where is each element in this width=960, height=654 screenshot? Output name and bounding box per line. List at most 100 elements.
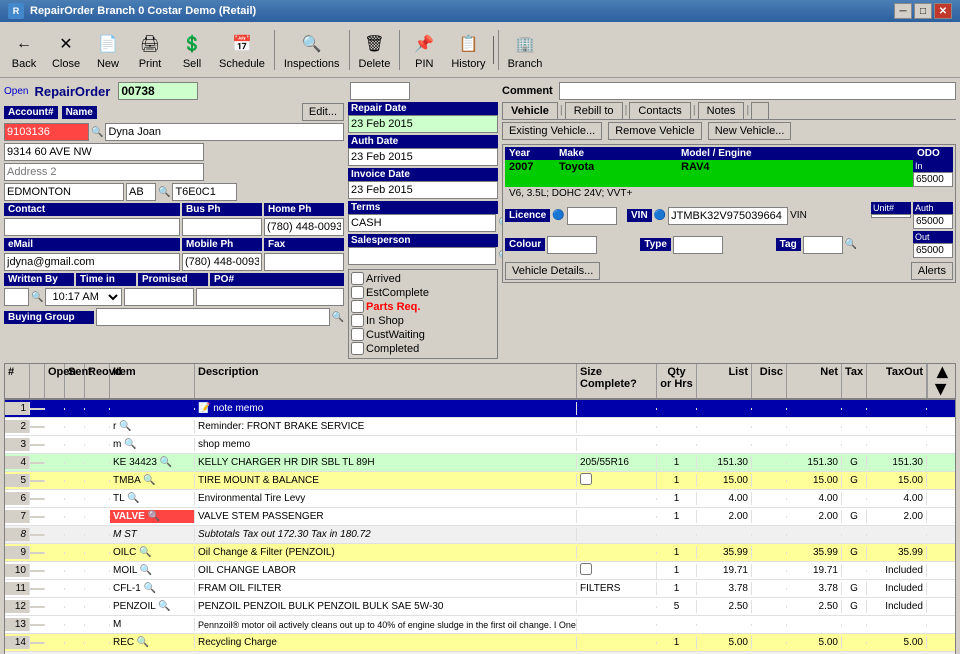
schedule-button[interactable]: 📅 Schedule [214, 27, 270, 73]
close-button[interactable]: ✕ [934, 3, 952, 19]
row-list: 5.00 [697, 636, 752, 649]
province-field[interactable] [126, 183, 156, 201]
province-search-icon[interactable]: 🔍 [158, 187, 170, 198]
repair-date-field[interactable] [348, 115, 498, 133]
salesperson-field[interactable] [348, 247, 496, 265]
account-number-field[interactable] [4, 123, 89, 141]
vehicle-data-row1: 2007 Toyota RAV4 In 65000 [505, 160, 953, 187]
table-body: 1 📝 note memo 2 [5, 400, 955, 654]
row-checkbox[interactable] [580, 563, 592, 575]
tab-rebill[interactable]: Rebill to [565, 102, 623, 119]
row-po-flag [30, 588, 45, 590]
tab-vehicle[interactable]: Vehicle [502, 102, 558, 119]
next-hash-field[interactable] [350, 82, 410, 100]
row-item: M [110, 618, 195, 631]
address1-row [4, 143, 344, 161]
nav-up-arrow[interactable]: ▶ [933, 367, 950, 378]
colour-field[interactable] [547, 236, 597, 254]
nav-down-arrow[interactable]: ▶ [933, 384, 950, 395]
edit-button[interactable]: Edit... [302, 103, 344, 121]
minimize-button[interactable]: ─ [894, 3, 912, 19]
vin-field[interactable] [668, 207, 788, 225]
row-desc: 📝 note memo [195, 402, 577, 415]
alerts-button[interactable]: Alerts [911, 262, 953, 280]
fax-field[interactable] [264, 253, 344, 271]
tab-notes[interactable]: Notes [698, 102, 745, 119]
close-button-toolbar[interactable]: ✕ Close [46, 27, 86, 73]
type-field[interactable] [673, 236, 723, 254]
sell-button[interactable]: 💲 Sell [172, 27, 212, 73]
account-search-icon[interactable]: 🔍 [91, 127, 103, 138]
postal-field[interactable] [172, 183, 237, 201]
separator-1 [274, 30, 275, 70]
promised-field[interactable] [124, 288, 194, 306]
account-name-field[interactable] [105, 123, 344, 141]
print-button[interactable]: 🖨 Print [130, 27, 170, 73]
address1-field[interactable] [4, 143, 204, 161]
auth-date-field[interactable] [348, 148, 498, 166]
est-complete-checkbox[interactable] [351, 286, 364, 299]
row-sent [65, 426, 85, 428]
remove-vehicle-button[interactable]: Remove Vehicle [608, 122, 702, 140]
completed-label: Completed [366, 343, 419, 355]
city-field[interactable] [4, 183, 124, 201]
written-by-icon[interactable]: 🔍 [31, 292, 43, 303]
arrived-checkbox[interactable] [351, 272, 364, 285]
row-disc [752, 624, 787, 626]
maximize-button[interactable]: □ [914, 3, 932, 19]
buying-group-icon[interactable]: 🔍 [332, 312, 344, 323]
history-button[interactable]: 📋 History [446, 27, 490, 73]
row-num: 10 [5, 564, 30, 577]
vin-icon[interactable]: 🔵 [654, 210, 666, 221]
row-item: REC 🔍 [110, 636, 195, 649]
row-po-flag [30, 498, 45, 500]
pin-button[interactable]: 📌 PIN [404, 27, 444, 73]
licence-field[interactable] [567, 207, 617, 225]
title-bar: R RepairOrder Branch 0 Costar Demo (Reta… [0, 0, 960, 22]
invoice-date-field[interactable] [348, 181, 498, 199]
licence-icon[interactable]: 🔵 [552, 210, 564, 221]
table-row: 10 MOIL 🔍 OIL CHANGE LABOR 1 19.71 19.71… [5, 562, 955, 580]
po-field[interactable] [196, 288, 344, 306]
home-ph-field[interactable] [264, 218, 344, 236]
parts-req-checkbox[interactable] [351, 300, 364, 313]
row-checkbox[interactable] [580, 473, 592, 485]
inspections-button[interactable]: 🔍 Inspections [279, 27, 345, 73]
buying-group-field[interactable] [96, 308, 330, 326]
order-number-field[interactable] [118, 82, 198, 100]
row-list: 4.00 [697, 492, 752, 505]
completed-checkbox[interactable] [351, 342, 364, 355]
window-title: RepairOrder Branch 0 Costar Demo (Retail… [30, 5, 256, 17]
cust-waiting-checkbox[interactable] [351, 328, 364, 341]
vehicle-details-button[interactable]: Vehicle Details... [505, 262, 600, 280]
new-vehicle-button[interactable]: New Vehicle... [708, 122, 792, 140]
contact-field[interactable] [4, 218, 180, 236]
time-in-select[interactable]: 10:17 AM [45, 288, 122, 306]
tab-sep-2: | [623, 102, 630, 119]
email-field[interactable] [4, 253, 180, 271]
row-num: 8 [5, 528, 30, 541]
mobile-field[interactable] [182, 253, 262, 271]
table-row: 3 m 🔍 shop memo [5, 436, 955, 454]
tab-contacts[interactable]: Contacts [629, 102, 690, 119]
tab-extra[interactable] [751, 102, 769, 119]
row-tax: G [842, 546, 867, 559]
back-button[interactable]: ← Back [4, 27, 44, 73]
new-button[interactable]: 📄 New [88, 27, 128, 73]
row-sent [65, 516, 85, 518]
address2-field[interactable] [4, 163, 204, 181]
row-disc [752, 642, 787, 644]
tag-field[interactable] [803, 236, 843, 254]
existing-vehicle-button[interactable]: Existing Vehicle... [502, 122, 602, 140]
tag-search-icon[interactable]: 🔍 [845, 239, 857, 250]
in-shop-checkbox[interactable] [351, 314, 364, 327]
address2-row [4, 163, 344, 181]
delete-button[interactable]: 🗑 Delete [354, 27, 396, 73]
bus-ph-field[interactable] [182, 218, 262, 236]
comment-field[interactable] [559, 82, 956, 100]
written-by-search[interactable] [4, 288, 29, 306]
row-list: 19.71 [697, 564, 752, 577]
row-reovd [85, 426, 110, 428]
branch-button[interactable]: 🏢 Branch [503, 27, 548, 73]
terms-field[interactable] [348, 214, 496, 232]
